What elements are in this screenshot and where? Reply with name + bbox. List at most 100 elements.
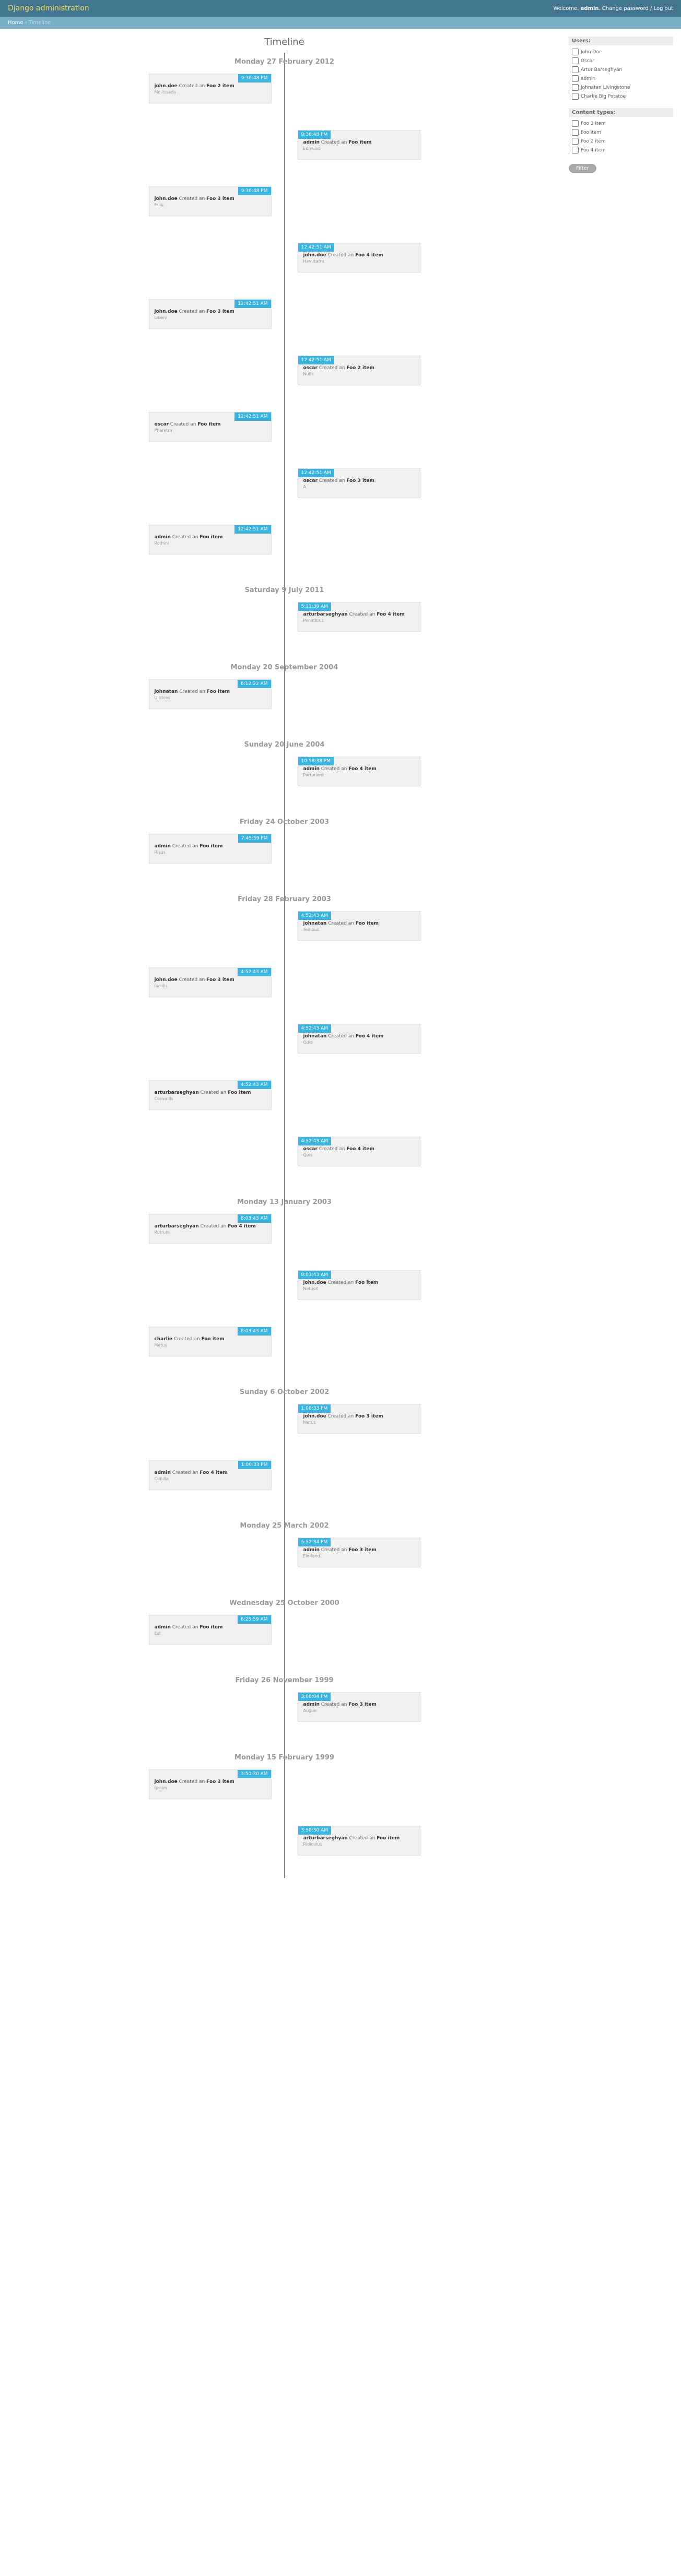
timeline-item-row: 3:50:30 AMjohn.doe Created an Foo 3 item… — [149, 1769, 420, 1822]
timeline-item[interactable]: 5:11:39 AMarturbarseghyan Created an Foo… — [298, 602, 420, 632]
filter-user-checkbox[interactable] — [572, 93, 579, 100]
sidebar: Users: John DoeOscarArtur Barseghyanadmi… — [569, 37, 673, 173]
timeline-date-header: Monday 13 January 2003 — [149, 1193, 420, 1214]
timeline-item[interactable]: 6:12:22 AMjohnatan Created an Foo itemUl… — [149, 679, 272, 709]
timeline-time-badge: 8:03:43 AM — [238, 1214, 271, 1223]
timeline-time-badge: 9:36:48 PM — [238, 74, 271, 82]
timeline-item[interactable]: 8:03:43 AMarturbarseghyan Created an Foo… — [149, 1214, 272, 1244]
timeline-item[interactable]: 3:00:04 PMadmin Created an Foo 3 itemAug… — [298, 1692, 420, 1722]
timeline-date-header: Friday 24 October 2003 — [149, 813, 420, 834]
timeline-item[interactable]: 8:03:43 AMcharlie Created an Foo itemMet… — [149, 1327, 272, 1356]
filter-ct-checkbox[interactable] — [572, 147, 579, 153]
filter-ct-label: Foo 2 item — [581, 139, 606, 144]
timeline-item[interactable]: 12:42:51 AMoscar Created an Foo 3 itemA — [298, 468, 420, 498]
filter-user-row: Johnatan Livingstone — [572, 83, 670, 92]
timeline-item-row: 6:25:59 AMadmin Created an Foo itemEst — [149, 1615, 420, 1667]
breadcrumb: Home › Timeline — [0, 17, 681, 29]
timeline-item[interactable]: 4:52:43 AMjohnatan Created an Foo 4 item… — [298, 1024, 420, 1054]
timeline-time-badge: 5:11:39 AM — [298, 602, 331, 611]
timeline-item-row: 12:42:51 AMadmin Created an Foo itemRoth… — [149, 525, 420, 577]
timeline-date-header: Friday 26 November 1999 — [149, 1671, 420, 1692]
filter-user-row: admin — [572, 74, 670, 83]
site-title: Django administration — [8, 4, 89, 13]
timeline-time-badge: 12:42:51 AM — [298, 356, 334, 364]
timeline-item[interactable]: 1:00:33 PMadmin Created an Foo 4 itemCub… — [149, 1460, 272, 1490]
filter-user-row: John Doe — [572, 48, 670, 56]
filter-ct-checkbox[interactable] — [572, 138, 579, 145]
timeline-item[interactable]: 3:50:30 AMjohn.doe Created an Foo 3 item… — [149, 1769, 272, 1799]
timeline-item-row: 4:52:43 AMoscar Created an Foo 4 itemQui… — [149, 1137, 420, 1189]
filter-ct-checkbox[interactable] — [572, 120, 579, 127]
timeline-item[interactable]: 9:36:48 PMadmin Created an Foo itemEdiyu… — [298, 130, 420, 160]
timeline-item[interactable]: 8:03:43 AMjohn.doe Created an Foo itemNe… — [298, 1270, 420, 1300]
filter-user-checkbox[interactable] — [572, 57, 579, 64]
timeline-item-row: 4:52:43 AMjohnatan Created an Foo itemTe… — [149, 911, 420, 963]
filter-ct-row: Foo 4 item — [572, 146, 670, 155]
breadcrumb-home[interactable]: Home — [8, 20, 24, 26]
filter-user-label: Charlie Big Potatoe — [581, 94, 626, 99]
timeline-item-row: 3:00:04 PMadmin Created an Foo 3 itemAug… — [149, 1692, 420, 1744]
timeline-time-badge: 4:52:43 AM — [298, 1137, 331, 1145]
timeline-item[interactable]: 3:50:30 AMarturbarseghyan Created an Foo… — [298, 1826, 420, 1856]
timeline-item[interactable]: 5:52:34 PMadmin Created an Foo 3 itemEle… — [298, 1538, 420, 1567]
timeline-item-row: 12:42:51 AMoscar Created an Foo itemPhar… — [149, 412, 420, 464]
timeline-item-row: 12:42:51 AMoscar Created an Foo 2 itemNu… — [149, 356, 420, 408]
filter-user-label: Oscar — [581, 58, 594, 64]
timeline-item-row: 5:52:34 PMadmin Created an Foo 3 itemEle… — [149, 1538, 420, 1590]
timeline-time-badge: 3:50:30 AM — [298, 1826, 331, 1835]
timeline-item[interactable]: 9:36:48 PMjohn.doe Created an Foo 2 item… — [149, 74, 272, 103]
timeline-date-header: Monday 20 September 2004 — [149, 658, 420, 679]
filter-ct-header: Content types: — [569, 108, 673, 117]
timeline-item[interactable]: 12:42:51 AMoscar Created an Foo itemPhar… — [149, 412, 272, 442]
timeline-item-row: 9:36:48 PMadmin Created an Foo itemEdiyu… — [149, 130, 420, 182]
timeline-time-badge: 9:36:48 PM — [298, 131, 331, 139]
timeline-time-badge: 12:42:51 AM — [234, 525, 271, 534]
logout-link[interactable]: Log out — [654, 6, 673, 11]
filter-ct-checkbox[interactable] — [572, 129, 579, 136]
filter-ct-label: Foo item — [581, 130, 601, 135]
timeline-time-badge: 12:42:51 AM — [298, 469, 334, 477]
filter-ct-row: Foo 3 item — [572, 119, 670, 128]
timeline-item[interactable]: 12:42:51 AMadmin Created an Foo itemRoth… — [149, 525, 272, 554]
timeline-item-row: 1:00:33 PMadmin Created an Foo 4 itemCub… — [149, 1460, 420, 1512]
timeline-item[interactable]: 7:45:59 PMadmin Created an Foo itemRisus — [149, 834, 272, 864]
timeline-item-row: 4:52:43 AMjohnatan Created an Foo 4 item… — [149, 1024, 420, 1076]
filter-user-label: Johnatan Livingstone — [581, 85, 630, 90]
timeline-item-row: 12:42:51 AMjohn.doe Created an Foo 4 ite… — [149, 243, 420, 295]
timeline-item[interactable]: 1:00:33 PMjohn.doe Created an Foo 3 item… — [298, 1404, 420, 1434]
timeline-item[interactable]: 6:25:59 AMadmin Created an Foo itemEst — [149, 1615, 272, 1645]
content: Timeline Monday 27 February 20129:36:48 … — [8, 37, 561, 1894]
filter-ct-label: Foo 4 item — [581, 148, 606, 153]
timeline-item[interactable]: 4:52:43 AMarturbarseghyan Created an Foo… — [149, 1080, 272, 1110]
filter-user-checkbox[interactable] — [572, 66, 579, 73]
timeline-time-badge: 3:00:04 PM — [298, 1693, 331, 1701]
timeline-item-row: 12:42:51 AMjohn.doe Created an Foo 3 ite… — [149, 299, 420, 351]
timeline-item[interactable]: 12:42:51 AMoscar Created an Foo 2 itemNu… — [298, 356, 420, 385]
timeline-item[interactable]: 4:52:43 AMoscar Created an Foo 4 itemQui… — [298, 1137, 420, 1166]
timeline-time-badge: 1:00:33 PM — [238, 1461, 271, 1469]
change-password-link[interactable]: Change password — [602, 6, 649, 11]
filter-button[interactable]: Filter — [569, 164, 596, 173]
timeline-item-row: 10:58:38 PMadmin Created an Foo 4 itemPa… — [149, 757, 420, 809]
timeline-time-badge: 12:42:51 AM — [234, 300, 271, 308]
timeline-time-badge: 8:03:43 AM — [238, 1327, 271, 1336]
timeline-item[interactable]: 9:36:48 PMjohn.doe Created an Foo 3 item… — [149, 186, 272, 216]
timeline-item[interactable]: 12:42:51 AMjohn.doe Created an Foo 3 ite… — [149, 299, 272, 329]
timeline-item-row: 8:03:43 AMcharlie Created an Foo itemMet… — [149, 1327, 420, 1379]
timeline-item[interactable]: 10:58:38 PMadmin Created an Foo 4 itemPa… — [298, 757, 420, 786]
filter-user-label: Artur Barseghyan — [581, 67, 622, 73]
timeline-time-badge: 10:58:38 PM — [298, 757, 334, 765]
filter-user-label: John Doe — [581, 50, 602, 55]
timeline-item[interactable]: 12:42:51 AMjohn.doe Created an Foo 4 ite… — [298, 243, 420, 273]
timeline-time-badge: 12:42:51 AM — [298, 243, 334, 252]
timeline-date-header: Friday 28 February 2003 — [149, 890, 420, 911]
filter-user-checkbox[interactable] — [572, 75, 579, 82]
filter-user-checkbox[interactable] — [572, 84, 579, 91]
timeline-date-header: Monday 15 February 1999 — [149, 1748, 420, 1769]
filter-user-checkbox[interactable] — [572, 49, 579, 55]
timeline-item-row: 8:03:43 AMjohn.doe Created an Foo itemNe… — [149, 1270, 420, 1322]
timeline-date-header: Monday 27 February 2012 — [149, 53, 420, 74]
timeline-item[interactable]: 4:52:43 AMjohnatan Created an Foo itemTe… — [298, 911, 420, 941]
timeline-item[interactable]: 4:52:43 AMjohn.doe Created an Foo 3 item… — [149, 967, 272, 997]
timeline-time-badge: 9:36:48 PM — [238, 187, 271, 195]
